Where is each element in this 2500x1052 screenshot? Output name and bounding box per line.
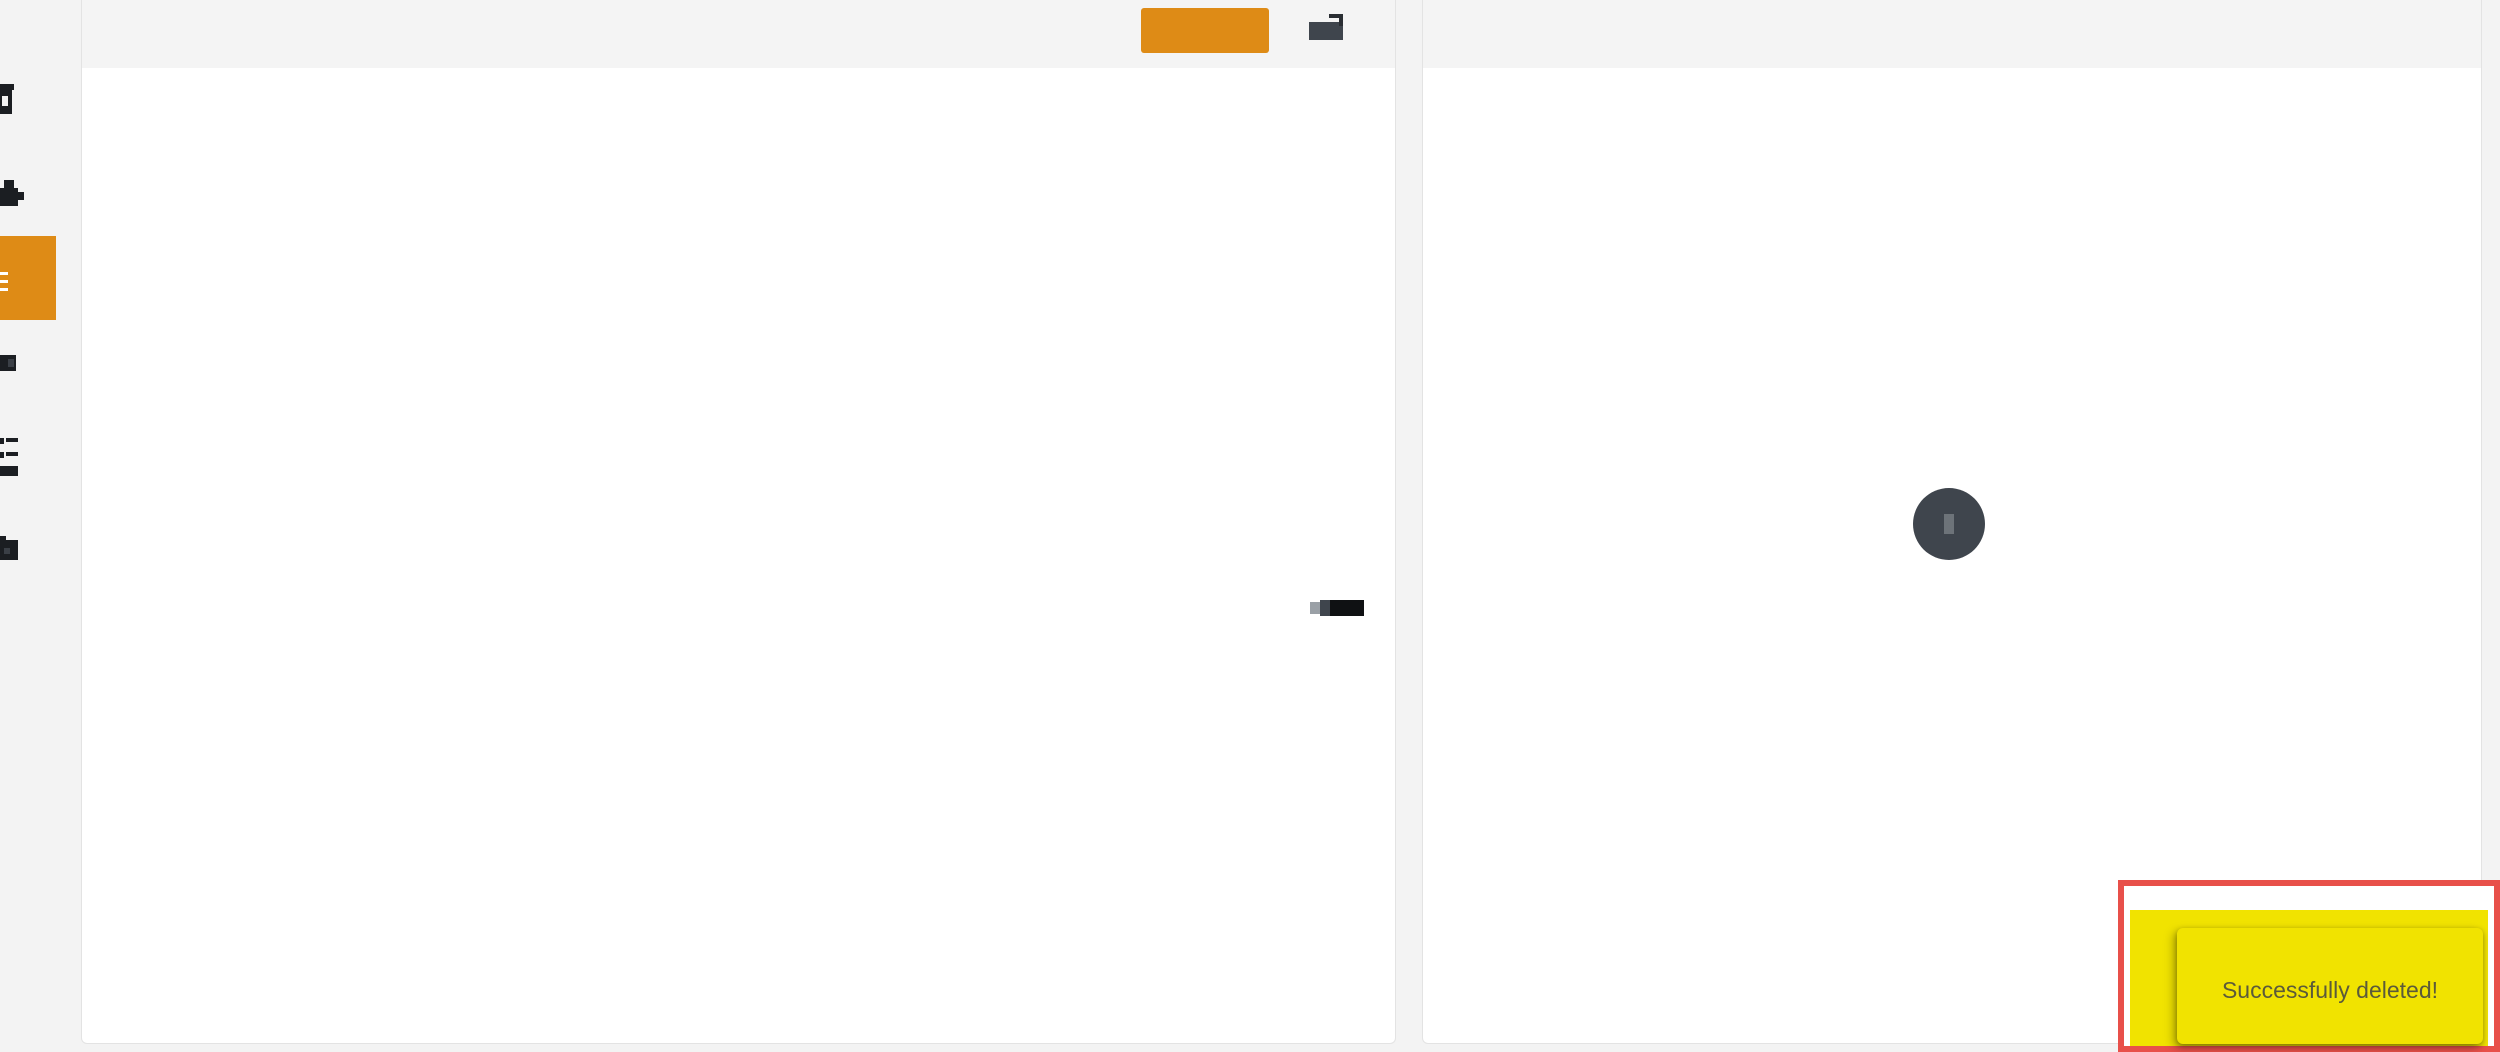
item-toggle-icon[interactable] xyxy=(1310,600,1364,616)
detail-panel-header xyxy=(1423,0,2481,68)
list-icon xyxy=(0,272,8,291)
list-panel-header xyxy=(82,0,1395,68)
sidebar-item-puzzle[interactable] xyxy=(0,154,56,234)
sidebar-item-folder[interactable] xyxy=(0,510,56,590)
list-panel xyxy=(81,0,1396,1044)
success-toast[interactable]: Successfully deleted! xyxy=(2177,928,2483,1044)
checklist-icon xyxy=(0,438,18,476)
sidebar-item-document[interactable] xyxy=(0,62,56,142)
toast-message: Successfully deleted! xyxy=(2221,976,2439,1003)
sidebar-nav xyxy=(0,0,56,1052)
info-icon xyxy=(1913,488,1985,560)
puzzle-icon xyxy=(0,180,24,206)
sidebar-item-list[interactable] xyxy=(0,236,56,320)
sidebar-item-flag[interactable] xyxy=(0,332,56,412)
folder-icon xyxy=(0,536,18,560)
refresh-icon[interactable] xyxy=(1307,8,1351,44)
primary-action-button[interactable] xyxy=(1141,8,1269,53)
sidebar-item-checklist[interactable] xyxy=(0,416,56,496)
flag-icon xyxy=(0,355,16,371)
document-icon xyxy=(0,84,14,114)
